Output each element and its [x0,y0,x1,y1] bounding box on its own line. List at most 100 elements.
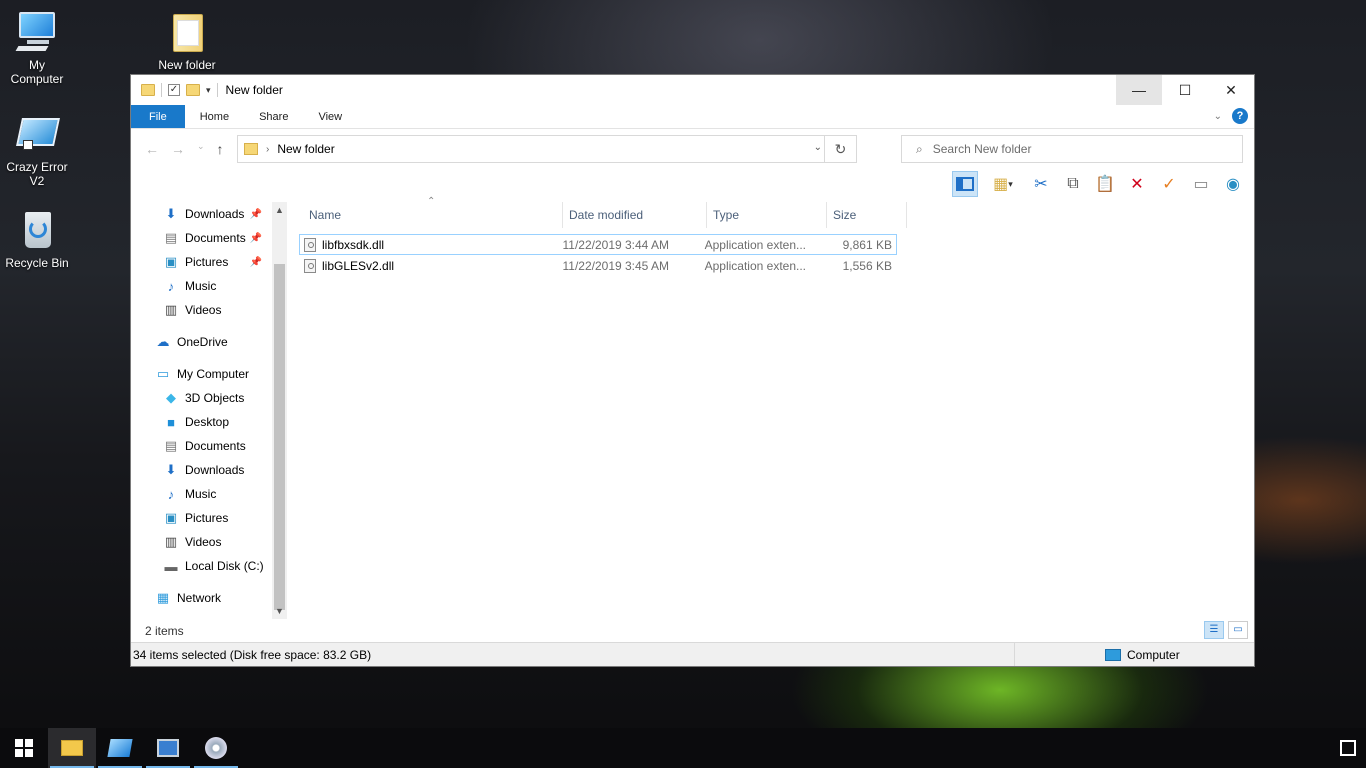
up-icon[interactable]: ↑ [217,141,224,157]
sidebar-item-downloads[interactable]: ⬇ Downloads 📌 [131,202,272,226]
pictures-icon: ▣ [164,254,178,269]
column-header-name[interactable]: ⌃ Name [303,196,563,228]
sidebar-item-label: Videos [185,303,222,317]
desktop-icon-crazy-error[interactable]: Crazy Error V2 [0,112,74,188]
desktop-icon-label: New folder [158,58,216,72]
column-header-label: Type [713,208,740,222]
nav-scrollbar[interactable]: ▲ ▼ [272,202,287,619]
dll-file-icon [304,258,316,273]
delete-icon[interactable]: ✕ [1124,171,1150,197]
navigation-pane-button[interactable] [952,171,978,197]
item-count-bar: 2 items ☰ ▭ [131,619,1254,642]
videos-icon: ▥ [164,534,178,549]
tab-file[interactable]: File [131,105,185,128]
new-folder-menu-button[interactable]: ▦ ▾ [984,171,1022,197]
file-row[interactable]: libGLESv2.dll 11/22/2019 3:45 AM Applica… [299,255,897,276]
sidebar-item-network[interactable]: ▦ Network [131,586,272,610]
sidebar-item-documents[interactable]: ▤ Documents [131,434,272,458]
sidebar-item-my-computer[interactable]: ▭ My Computer [131,362,272,386]
desktop-icon-my-computer[interactable]: My Computer [0,10,74,86]
scroll-thumb[interactable] [274,264,285,610]
pin-icon[interactable]: 📌 [250,233,262,244]
tab-home[interactable]: Home [185,105,244,128]
new-folder-icon[interactable] [186,84,200,96]
scroll-up-icon[interactable]: ▲ [272,202,287,218]
copy-icon[interactable]: ⧉ [1060,171,1086,197]
column-header-date[interactable]: Date modified [563,202,707,228]
sidebar-item-label: Music [185,487,217,501]
recent-locations-icon[interactable]: ⌄ [197,141,205,157]
properties-icon[interactable]: ✓ [168,84,180,96]
paste-icon[interactable]: 📋 [1092,171,1118,197]
sidebar-item-label: My Computer [177,367,250,381]
sidebar-item-videos[interactable]: ▥ Videos [131,298,272,322]
desktop-icon-new-folder[interactable]: New folder [150,10,224,72]
search-input[interactable]: ⌕ Search New folder [901,135,1243,163]
taskbar-disc-app[interactable] [192,728,240,768]
toolbar-buttons: ▦ ▾ ✂ ⧉ 📋 ✕ ✓ ▭ ◉ [952,171,1246,197]
sidebar-item-label: Documents [185,439,246,453]
sidebar-item-pictures[interactable]: ▣ Pictures [131,506,272,530]
globe-icon[interactable]: ◉ [1220,171,1246,197]
tab-view[interactable]: View [303,105,357,128]
sidebar-item-music[interactable]: ♪ Music [131,274,272,298]
scroll-down-icon[interactable]: ▼ [272,603,287,619]
forward-icon[interactable]: → [171,141,185,157]
large-icons-view-button[interactable]: ▭ [1228,621,1248,639]
sidebar-item-pictures[interactable]: ▣ Pictures 📌 [131,250,272,274]
rename-icon[interactable]: ✓ [1156,171,1182,197]
help-icon[interactable]: ? [1232,108,1248,124]
properties-icon[interactable]: ▭ [1188,171,1214,197]
address-bar[interactable]: › New folder ⌄ ↻ [237,135,857,163]
details-view-button[interactable]: ☰ [1204,621,1224,639]
expand-ribbon-icon[interactable]: ⌄ [1214,111,1222,122]
taskbar-file-explorer[interactable] [48,728,96,768]
selection-status: 34 items selected (Disk free space: 83.2… [133,647,372,662]
sidebar-item-music[interactable]: ♪ Music [131,482,272,506]
title-bar[interactable]: ✓ ▾ New folder — ☐ ✕ [131,75,1254,105]
column-header-size[interactable]: Size [827,202,907,228]
file-date: 11/22/2019 3:45 AM [562,258,670,273]
desktop-icon-recycle-bin[interactable]: Recycle Bin [0,208,74,270]
tab-share[interactable]: Share [244,105,303,128]
taskbar-my-computer[interactable] [144,728,192,768]
navigation-buttons: ← → ⌄ ↑ [131,141,237,157]
back-icon[interactable]: ← [145,141,159,157]
zone-label: Computer [1127,647,1180,662]
desktop-icon: ■ [167,414,175,430]
cut-icon[interactable]: ✂ [1028,171,1054,197]
sidebar-item-local-disk[interactable]: ▬ Local Disk (C:) [131,554,272,578]
folder-icon [244,143,258,155]
file-size: 1,556 KB [842,258,892,273]
breadcrumb-separator[interactable]: › [266,144,269,155]
downloads-icon: ⬇ [165,462,177,477]
customize-toolbar-icon[interactable]: ▾ [206,85,211,96]
sidebar-item-3d-objects[interactable]: ◆ 3D Objects [131,386,272,410]
pin-icon[interactable]: 📌 [250,257,262,268]
column-header-type[interactable]: Type [707,202,827,228]
sidebar-item-downloads[interactable]: ⬇ Downloads [131,458,272,482]
pin-icon[interactable]: 📌 [250,209,262,220]
breadcrumb-new-folder[interactable]: New folder [277,142,334,156]
refresh-button[interactable]: ↻ [824,136,856,162]
sidebar-item-label: Pictures [185,511,229,525]
sidebar-item-onedrive[interactable]: ☁ OneDrive [131,330,272,354]
sidebar-item-documents[interactable]: ▤ Documents 📌 [131,226,272,250]
action-center-icon[interactable] [1340,740,1356,756]
maximize-button[interactable]: ☐ [1162,75,1208,105]
sidebar-item-desktop[interactable]: ■ Desktop [131,410,272,434]
file-row[interactable]: libfbxsdk.dll 11/22/2019 3:44 AM Applica… [299,234,897,255]
app-shortcut-icon [13,112,61,156]
taskbar-crazy-error[interactable] [96,728,144,768]
sidebar-item-videos[interactable]: ▥ Videos [131,530,272,554]
pane-icon [956,177,974,191]
file-name: libGLESv2.dll [322,258,395,273]
minimize-button[interactable]: — [1116,75,1162,105]
file-size: 9,861 KB [842,237,892,252]
search-icon: ⌕ [916,141,923,156]
computer-icon: ▭ [156,366,170,381]
address-dropdown-icon[interactable]: ⌄ [814,142,822,153]
close-button[interactable]: ✕ [1208,75,1254,105]
file-name-cell: libGLESv2.dll [300,258,557,273]
start-button[interactable] [0,728,48,768]
